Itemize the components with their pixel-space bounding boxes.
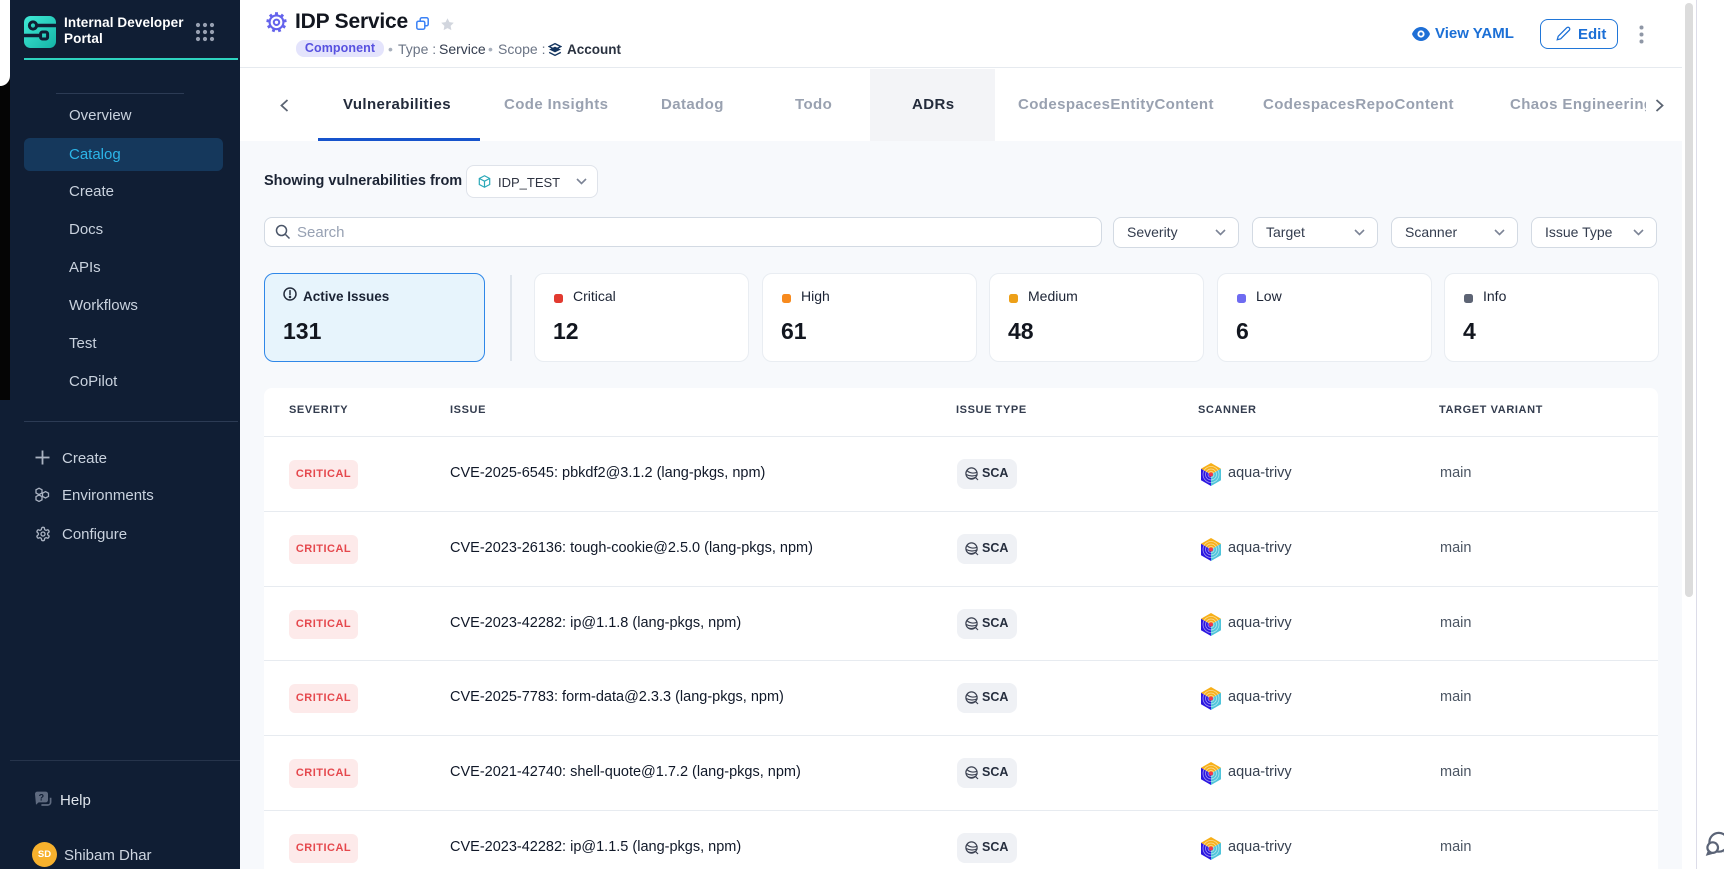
- svg-text:?: ?: [39, 793, 45, 803]
